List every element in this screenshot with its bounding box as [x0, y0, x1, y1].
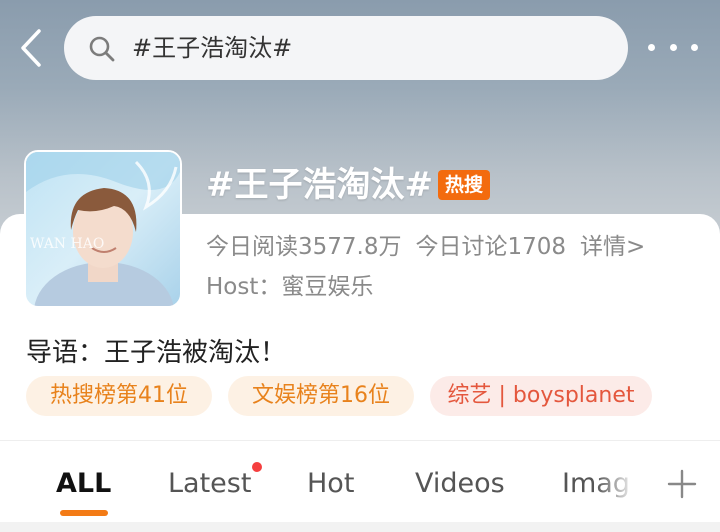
notification-dot: [252, 462, 262, 472]
topic-title: #王子浩淘汰#: [206, 165, 433, 205]
avatar-watermark: WAN HAO: [30, 236, 104, 252]
tab-fade-overlay: [596, 462, 640, 506]
topic-host[interactable]: Host：蜜豆娱乐: [206, 270, 373, 304]
discussion-count: 今日讨论1708: [415, 234, 567, 260]
topic-stats: 今日阅读3577.8万 今日讨论1708 详情>: [206, 230, 659, 264]
search-query[interactable]: #王子浩淘汰#: [132, 16, 292, 80]
active-tab-indicator: [60, 510, 108, 516]
tag-entertainment-rank[interactable]: 文娱榜第16位: [228, 376, 414, 416]
content-area-edge: [0, 522, 720, 532]
tab-videos[interactable]: Videos: [415, 462, 505, 506]
topic-intro: 导语：王子浩被淘汰！: [26, 338, 287, 368]
tag-category[interactable]: 综艺 | boysplanet: [430, 376, 652, 416]
tab-all[interactable]: ALL: [56, 462, 111, 506]
more-dot: [691, 43, 698, 51]
read-count: 今日阅读3577.8万: [206, 234, 402, 260]
search-bar[interactable]: #王子浩淘汰#: [64, 16, 628, 80]
plus-icon: [667, 469, 697, 499]
details-link[interactable]: 详情>: [580, 234, 645, 260]
tab-latest[interactable]: Latest: [168, 462, 251, 506]
chevron-left-icon: [21, 29, 41, 67]
back-button[interactable]: [14, 26, 48, 70]
add-tab-button[interactable]: [664, 466, 700, 502]
divider: [0, 440, 720, 441]
search-icon: [89, 36, 115, 62]
hot-badge: 热搜: [438, 170, 490, 200]
more-dot: [669, 43, 677, 51]
more-dots-icon: [648, 43, 655, 51]
tab-hot[interactable]: Hot: [307, 462, 354, 506]
more-options-button[interactable]: [648, 32, 698, 62]
avatar-image: WAN HAO: [26, 152, 180, 306]
topic-avatar[interactable]: WAN HAO: [24, 150, 182, 308]
tag-hot-search-rank[interactable]: 热搜榜第41位: [26, 376, 212, 416]
